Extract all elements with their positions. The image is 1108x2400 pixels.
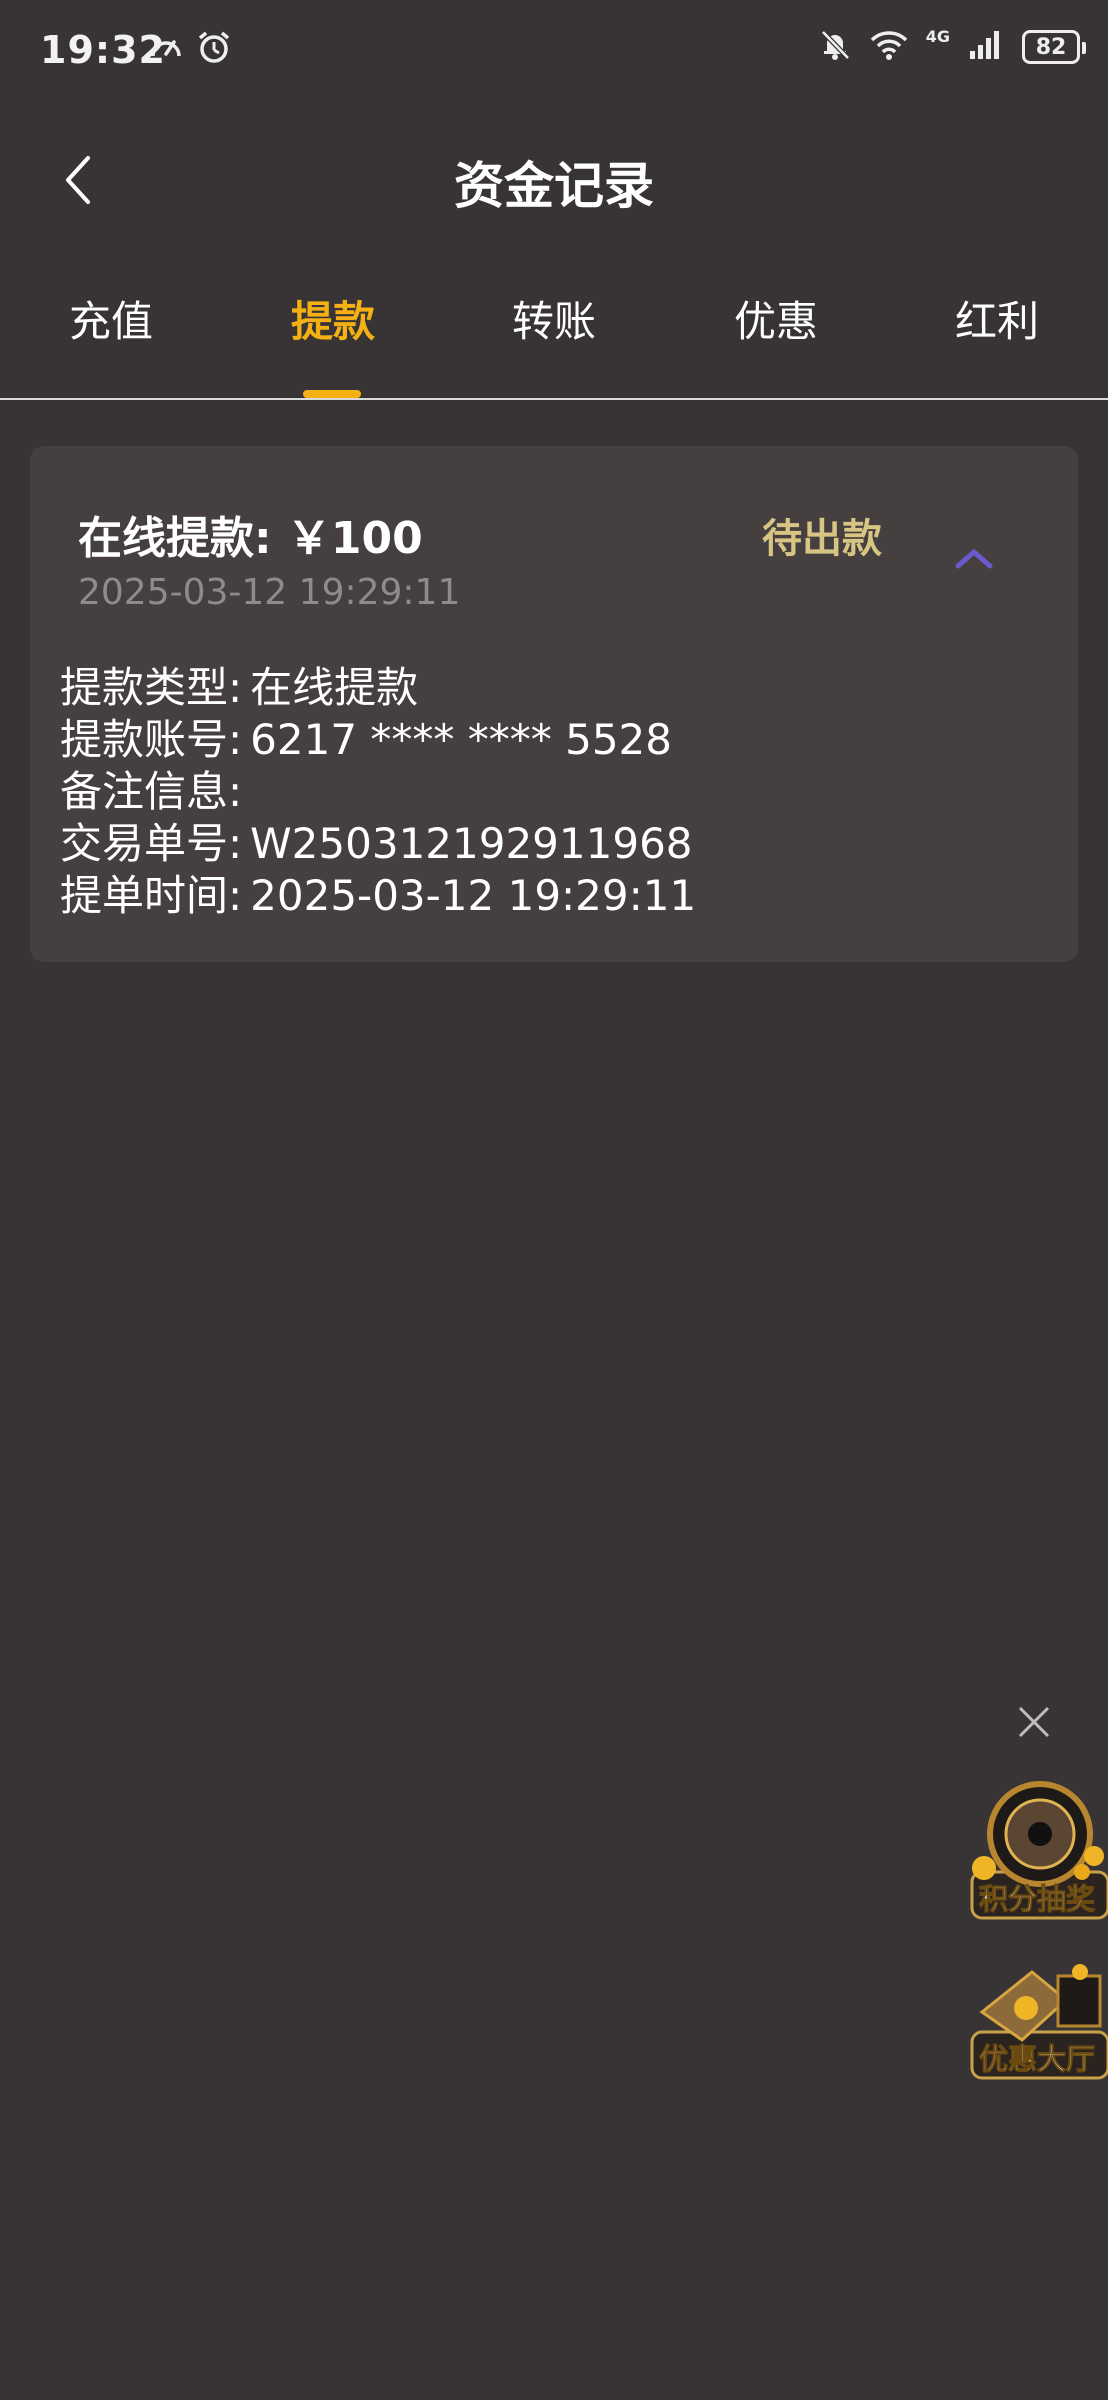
tab-bar: 充值 提款 转账 优惠 红利 [0, 260, 1108, 400]
detail-row-withdraw-type: 提款类型: 在线提款 [60, 662, 696, 714]
detail-row-account: 提款账号: 6217 **** **** 5528 [60, 714, 696, 766]
wifi-icon [870, 29, 908, 65]
mute-bell-icon [818, 28, 852, 66]
detail-row-submit-time: 提单时间: 2025-03-12 19:29:11 [60, 870, 696, 922]
detail-label: 交易单号: [60, 819, 243, 868]
points-lottery-button[interactable]: 积分抽奖 [962, 1772, 1108, 1922]
page-title: 资金记录 [454, 157, 654, 215]
status-bar: 19:32 4G 82 [0, 0, 1108, 100]
record-title: 在线提款: ￥100 [78, 513, 423, 564]
tab-bonus[interactable]: 红利 [886, 260, 1108, 396]
chevron-up-icon [946, 549, 1002, 584]
record-time: 2025-03-12 19:29:11 [78, 572, 461, 613]
detail-row-order-number: 交易单号: W250312192911968 [60, 818, 696, 870]
detail-label: 提款类型: [60, 663, 243, 712]
detail-value: 在线提款 [250, 663, 419, 712]
withdrawal-record-card[interactable]: 在线提款: ￥100 2025-03-12 19:29:11 待出款 提款类型:… [30, 446, 1078, 962]
header: 资金记录 [0, 120, 1108, 240]
tab-promotion[interactable]: 优惠 [665, 260, 887, 396]
close-icon [1012, 1706, 1056, 1748]
status-left-icons [148, 30, 232, 70]
battery-level: 82 [1035, 34, 1067, 60]
detail-value: W250312192911968 [250, 819, 693, 868]
record-details: 提款类型: 在线提款 提款账号: 6217 **** **** 5528 备注信息:… [60, 662, 696, 922]
promo-label: 优惠大厅 [978, 2042, 1095, 2077]
detail-value: 2025-03-12 19:29:11 [250, 871, 697, 920]
detail-value: 6217 **** **** 5528 [250, 715, 672, 764]
status-right-icons: 4G 82 [818, 27, 1086, 66]
collapse-toggle-button[interactable] [946, 540, 1002, 580]
detail-label: 提单时间: [60, 871, 243, 920]
tab-withdrawal[interactable]: 提款 [222, 260, 444, 396]
tab-transfer[interactable]: 转账 [443, 260, 665, 396]
detail-label: 提款账号: [60, 715, 243, 764]
signal-icon [968, 29, 1004, 65]
detail-label: 备注信息: [60, 767, 243, 816]
promotion-hall-button[interactable]: 优惠大厅 [962, 1952, 1108, 2080]
speedometer-icon [148, 30, 184, 70]
close-floating-button[interactable] [1012, 1700, 1056, 1744]
lottery-label: 积分抽奖 [978, 1882, 1095, 1917]
active-tab-indicator [303, 390, 361, 398]
status-badge: 待出款 [762, 516, 882, 562]
network-type: 4G [925, 27, 950, 46]
detail-row-remark: 备注信息: [60, 766, 696, 818]
tab-deposit[interactable]: 充值 [0, 260, 222, 396]
alarm-icon [196, 30, 232, 70]
battery-icon: 82 [1022, 30, 1086, 64]
